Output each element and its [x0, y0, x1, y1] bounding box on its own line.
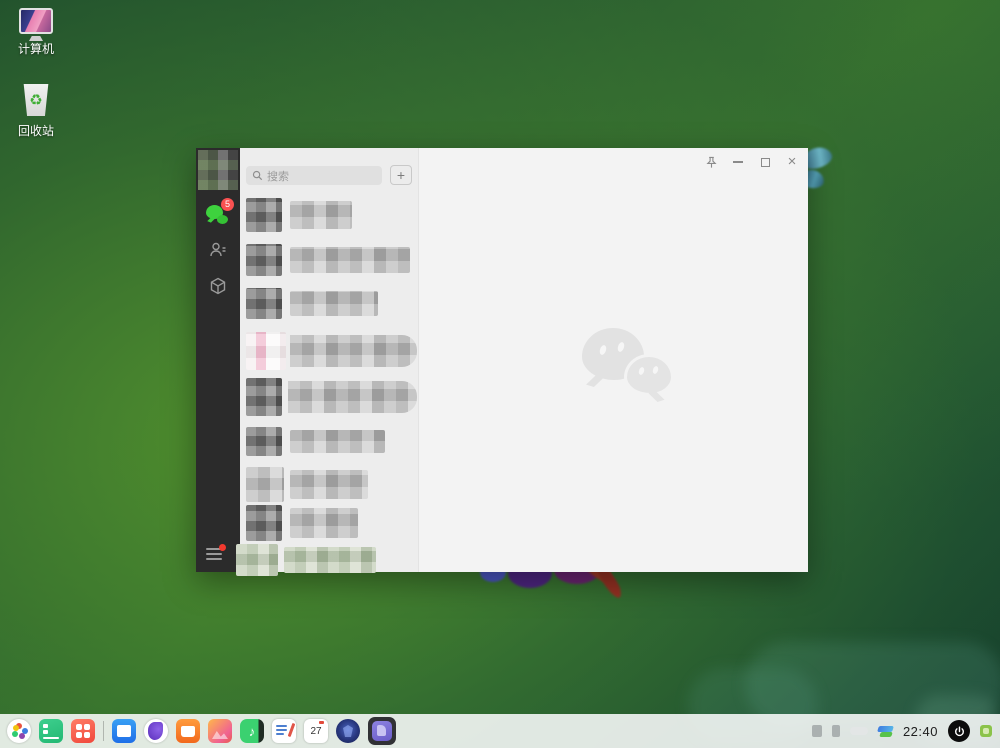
- image-viewer-icon[interactable]: [208, 719, 232, 743]
- contacts-nav[interactable]: [196, 236, 240, 264]
- desktop-icon-computer[interactable]: 计算机: [0, 8, 72, 57]
- close-icon: ×: [787, 153, 797, 170]
- unread-badge: 5: [221, 198, 234, 211]
- computer-icon: [19, 8, 53, 34]
- maximize-icon: [760, 157, 770, 167]
- wechat-logo-watermark: [582, 328, 692, 408]
- pin-icon: [705, 156, 717, 168]
- calendar-red-mark: [319, 721, 324, 724]
- desktop-plugin-icon[interactable]: [980, 725, 992, 737]
- close-button[interactable]: ×: [784, 154, 800, 170]
- browser-icon[interactable]: [144, 719, 168, 743]
- chat-main-area: ×: [418, 148, 808, 572]
- music-icon[interactable]: ♪: [240, 719, 264, 743]
- power-button[interactable]: [948, 720, 970, 742]
- tray-icon[interactable]: [831, 725, 840, 737]
- chat-list-item[interactable]: [240, 198, 418, 232]
- chat-list-item[interactable]: [240, 288, 418, 319]
- recycle-glyph: ♻: [29, 92, 43, 109]
- desktop-icon-recycle-bin[interactable]: ♻ 回收站: [0, 84, 72, 139]
- add-chat-button[interactable]: +: [390, 165, 412, 185]
- taskbar-apps: ♪ 27: [0, 717, 396, 745]
- chat-list-item[interactable]: [240, 244, 418, 276]
- menu-notification-dot: [219, 544, 226, 551]
- music-note-glyph: ♪: [248, 723, 256, 739]
- search-input[interactable]: 搜索: [246, 166, 382, 185]
- chat-list-panel: 搜索 +: [236, 148, 418, 576]
- pen-glyph: [287, 722, 296, 738]
- battery-icon[interactable]: [849, 727, 868, 735]
- desktop: 计算机 ♻ 回收站 5 搜索 + × ♪ 27 22:40: [0, 0, 1000, 748]
- tray-icon[interactable]: [811, 725, 822, 737]
- multitasking-icon[interactable]: [39, 719, 63, 743]
- chats-nav[interactable]: 5: [196, 198, 240, 228]
- collections-nav[interactable]: [196, 272, 240, 300]
- taskbar-separator: [103, 721, 104, 741]
- taskbar-clock[interactable]: 22:40: [903, 724, 938, 739]
- chat-list-item[interactable]: [240, 505, 418, 541]
- recycle-bin-icon: ♻: [23, 84, 49, 116]
- wechat-window: 5 搜索 + ×: [196, 148, 808, 576]
- chat-list-item[interactable]: [240, 332, 418, 370]
- launcher-icon[interactable]: [7, 719, 31, 743]
- menu-button[interactable]: [206, 544, 226, 560]
- chat-list-item[interactable]: [240, 467, 418, 502]
- search-placeholder: 搜索: [267, 170, 289, 183]
- computer-icon-label: 计算机: [17, 42, 54, 56]
- user-avatar[interactable]: [198, 150, 238, 190]
- power-icon: [954, 725, 964, 736]
- calendar-day: 27: [310, 725, 322, 737]
- taskbar-tray: 22:40: [811, 720, 1000, 742]
- file-manager-icon[interactable]: [112, 719, 136, 743]
- calendar-icon[interactable]: 27: [304, 719, 328, 743]
- security-center-icon[interactable]: [336, 719, 360, 743]
- wechat-sidebar: 5: [196, 148, 240, 572]
- app-store-icon[interactable]: [176, 719, 200, 743]
- text-editor-icon[interactable]: [272, 719, 296, 743]
- active-app-slot[interactable]: [368, 717, 396, 745]
- chat-list-item[interactable]: [236, 544, 418, 576]
- chat-list-item[interactable]: [240, 427, 418, 456]
- recycle-bin-label: 回收站: [17, 124, 54, 138]
- app-grid-icon[interactable]: [71, 719, 95, 743]
- cube-icon: [210, 277, 226, 295]
- minimize-button[interactable]: [730, 154, 746, 170]
- chats-icon: 5: [206, 198, 234, 224]
- search-icon: [252, 170, 263, 181]
- pin-button[interactable]: [703, 154, 719, 170]
- chat-list-item[interactable]: [240, 378, 418, 416]
- taskbar: ♪ 27 22:40: [0, 714, 1000, 748]
- minimize-icon: [733, 161, 743, 163]
- input-method-icon[interactable]: [876, 725, 894, 737]
- contacts-icon: [210, 242, 226, 257]
- maximize-button[interactable]: [757, 154, 773, 170]
- wechat-active-icon: [372, 721, 392, 741]
- window-titlebar-controls: ×: [703, 154, 800, 170]
